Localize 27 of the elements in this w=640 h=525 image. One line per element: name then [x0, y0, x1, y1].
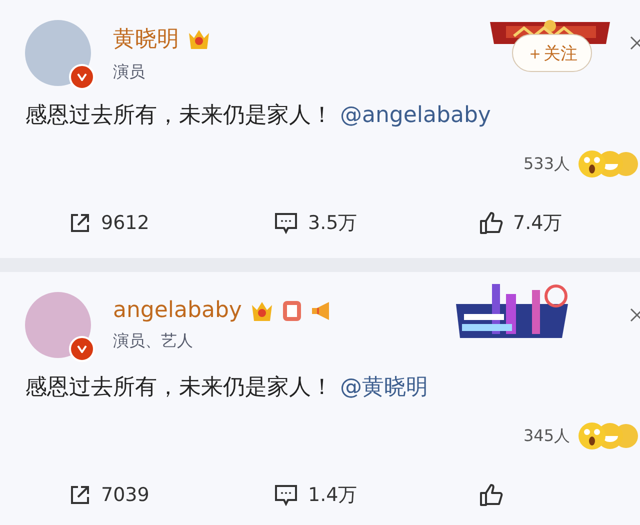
share-icon — [69, 212, 91, 234]
user-title: 演员、艺人 — [113, 331, 194, 352]
like-button[interactable]: 7.4万 — [435, 210, 640, 236]
thumbs-up-icon — [479, 211, 503, 235]
reaction-count: 345人 — [523, 426, 570, 446]
stamp-badge-icon — [282, 300, 302, 322]
mention-link[interactable]: @angelababy — [340, 103, 491, 128]
close-icon[interactable] — [630, 36, 640, 50]
post-text: 感恩过去所有，未来仍是家人！ @angelababy — [25, 102, 492, 130]
verified-icon — [69, 64, 95, 90]
thumbs-up-icon — [479, 483, 503, 507]
user-title: 演员 — [113, 62, 146, 82]
comment-button[interactable]: 1.4万 — [230, 482, 435, 508]
verified-icon — [69, 336, 95, 362]
share-button[interactable]: 7039 — [25, 482, 230, 508]
close-icon[interactable] — [630, 308, 640, 322]
mention-link[interactable]: @黄晓明 — [340, 375, 428, 400]
comment-icon — [274, 484, 298, 506]
post-text: 感恩过去所有，未来仍是家人！ @黄晓明 — [25, 374, 429, 402]
user-name[interactable]: angelababy — [113, 298, 242, 323]
comment-icon — [274, 212, 298, 234]
share-button[interactable]: 9612 — [25, 210, 230, 236]
share-icon — [69, 484, 91, 506]
comment-button[interactable]: 3.5万 — [230, 210, 435, 236]
reaction-count: 533人 — [523, 154, 570, 174]
user-name[interactable]: 黄晓明 — [113, 24, 179, 54]
follow-button[interactable]: ＋关注 — [512, 34, 592, 72]
